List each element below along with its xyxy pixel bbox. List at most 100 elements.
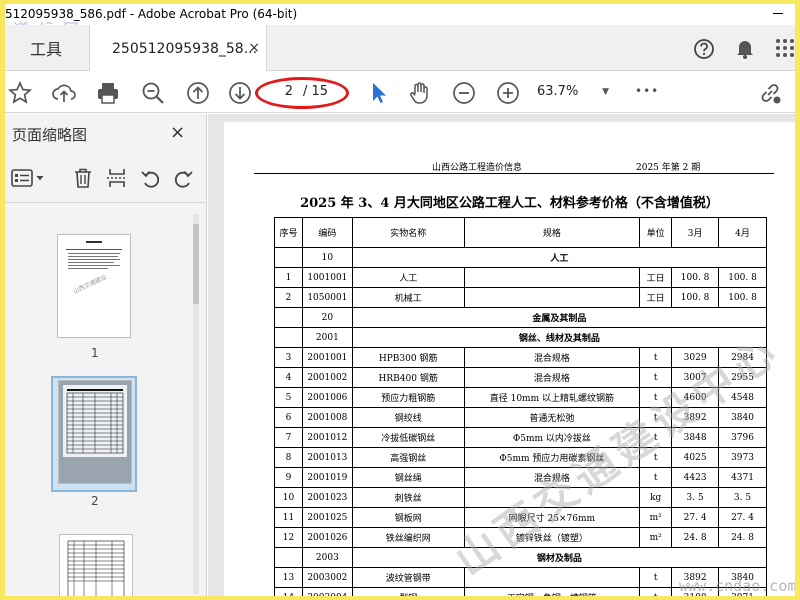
hand-tool-icon[interactable]	[407, 80, 433, 106]
next-page-icon[interactable]	[227, 80, 253, 106]
column-header: 单位	[639, 217, 673, 248]
thumbnail-toolbar	[5, 160, 207, 196]
table-cell: 3796	[718, 427, 767, 448]
panel-close-icon[interactable]: ×	[170, 122, 185, 143]
zoom-out-icon[interactable]	[451, 80, 477, 106]
cloud-upload-icon[interactable]	[51, 80, 77, 106]
table-cell: 5	[274, 387, 303, 408]
table-cell: 直径 10mm 以上精轧螺纹钢筋	[463, 387, 641, 408]
thumbnail-label-1: 1	[91, 346, 99, 360]
table-cell: 2001006	[301, 387, 353, 408]
table-row: 1 1001001 人工 工日 100. 8 100. 8	[274, 267, 767, 288]
table-cell: 14	[274, 587, 303, 596]
table-cell: 3. 5	[718, 487, 767, 508]
table-cell: 100. 8	[718, 267, 767, 288]
table-cell: 8	[274, 447, 303, 468]
title-bar: 512095938_586.pdf - Adobe Acrobat Pro (6…	[5, 4, 795, 25]
extract-page-icon[interactable]	[105, 166, 129, 190]
tab-close-icon[interactable]: ×	[248, 40, 260, 56]
document-viewport[interactable]: 山西公路工程造价信息 2025 年第 2 期 2025 年 3、4 月大同地区公…	[208, 114, 795, 596]
zoom-level-value: 63.7%	[537, 84, 579, 99]
tab-bar: 工具 250512095938_58... ×	[5, 25, 795, 72]
table-cell: 4423	[671, 467, 720, 488]
thumbnail-options-icon[interactable]	[11, 166, 47, 190]
table-cell: 100. 8	[718, 287, 767, 308]
tab-document-label: 250512095938_58...	[112, 40, 258, 57]
table-cell: 2003004	[301, 587, 353, 596]
undo-rotate-icon[interactable]	[139, 166, 163, 190]
page-thumbnail-1[interactable]: 山西交通建设	[57, 234, 131, 338]
previous-page-icon[interactable]	[185, 80, 211, 106]
zoom-level-dropdown[interactable]: 63.7% ▼	[537, 81, 609, 103]
tab-document[interactable]: 250512095938_58... ×	[89, 25, 267, 72]
table-row: 2 1050001 机械工 工日 100. 8 100. 8	[274, 287, 767, 308]
tab-tools[interactable]: 工具	[5, 25, 87, 71]
table-cell: t	[639, 587, 673, 596]
table-cell: 工日	[639, 267, 673, 288]
table-cell: 工字钢、角钢、槽钢等	[463, 587, 641, 596]
table-cell: 型钢	[351, 587, 465, 596]
table-cell: 11	[274, 507, 303, 528]
table-cell: 2001001	[301, 347, 353, 368]
header-publication: 山西公路工程造价信息	[432, 163, 523, 173]
pdf-page: 山西公路工程造价信息 2025 年第 2 期 2025 年 3、4 月大同地区公…	[224, 122, 795, 596]
apps-grid-icon[interactable]	[775, 38, 795, 62]
table-group-row: 20 金属及其制品	[274, 307, 768, 328]
table-cell: 4	[274, 367, 303, 388]
table-cell: 钢绞线	[351, 407, 465, 428]
table-cell: 工日	[639, 287, 673, 308]
table-cell: 9	[274, 467, 303, 488]
star-icon[interactable]	[7, 80, 33, 106]
table-cell: 钢板网	[351, 507, 465, 528]
page-thumbnail-2[interactable]	[58, 380, 132, 484]
table-cell	[274, 307, 303, 328]
table-cell: 2001012	[301, 427, 353, 448]
redo-rotate-icon[interactable]	[171, 166, 195, 190]
table-group-row: 2001 钢丝、线材及其制品	[274, 327, 768, 348]
table-cell: 27. 4	[671, 507, 720, 528]
thumbnail-scrollbar[interactable]	[193, 214, 199, 594]
table-cell: 3	[274, 347, 303, 368]
table-cell: kg	[639, 487, 673, 508]
table-cell: 24. 8	[671, 527, 720, 548]
table-cell: 混合规格	[463, 367, 641, 388]
table-cell: 2003002	[301, 567, 353, 588]
share-link-icon[interactable]	[757, 80, 783, 106]
svg-text:山西交通建设: 山西交通建设	[72, 273, 108, 295]
table-header-row: 序号 编码 实物名称 规格 单位 3月 4月	[274, 217, 767, 248]
table-cell: t	[639, 567, 673, 588]
column-header: 实物名称	[351, 217, 465, 248]
table-cell: 10	[301, 247, 353, 268]
minimize-button[interactable]	[773, 13, 783, 14]
table-cell: 6	[274, 407, 303, 428]
table-cell: 27. 4	[718, 507, 767, 528]
print-icon[interactable]	[95, 80, 121, 106]
header-issue: 2025 年第 2 期	[636, 163, 701, 173]
table-cell: 100. 8	[671, 287, 720, 308]
more-tools-icon[interactable]: •••	[635, 84, 659, 98]
table-cell: 3973	[718, 447, 767, 468]
table-cell: t	[639, 347, 673, 368]
bell-icon[interactable]	[735, 38, 755, 64]
table-cell	[274, 247, 303, 268]
table-cell: 100. 8	[671, 267, 720, 288]
select-cursor-icon[interactable]	[365, 80, 391, 106]
table-cell: m²	[639, 527, 673, 548]
help-icon[interactable]	[693, 38, 715, 64]
page-thumbnail-3[interactable]	[59, 534, 133, 596]
chevron-down-icon: ▼	[602, 87, 609, 97]
scrollbar-thumb[interactable]	[193, 224, 199, 304]
table-cell: 高强钢丝	[351, 447, 465, 468]
table-cell: 7	[274, 427, 303, 448]
zoom-search-icon[interactable]	[140, 80, 166, 106]
table-group-row: 10 人工	[274, 247, 768, 268]
table-cell: 24. 8	[718, 527, 767, 548]
table-cell: 金属及其制品	[351, 307, 768, 328]
trash-icon[interactable]	[71, 166, 95, 190]
table-cell: HPB300 钢筋	[351, 347, 465, 368]
panel-title: 页面缩略图	[12, 126, 88, 144]
zoom-in-icon[interactable]	[495, 80, 521, 106]
table-title: 2025 年 3、4 月大同地区公路工程人工、材料参考价格（不含增值税）	[300, 196, 719, 211]
table-cell: 冷拔低碳钢丝	[351, 427, 465, 448]
table-cell: 2001019	[301, 467, 353, 488]
